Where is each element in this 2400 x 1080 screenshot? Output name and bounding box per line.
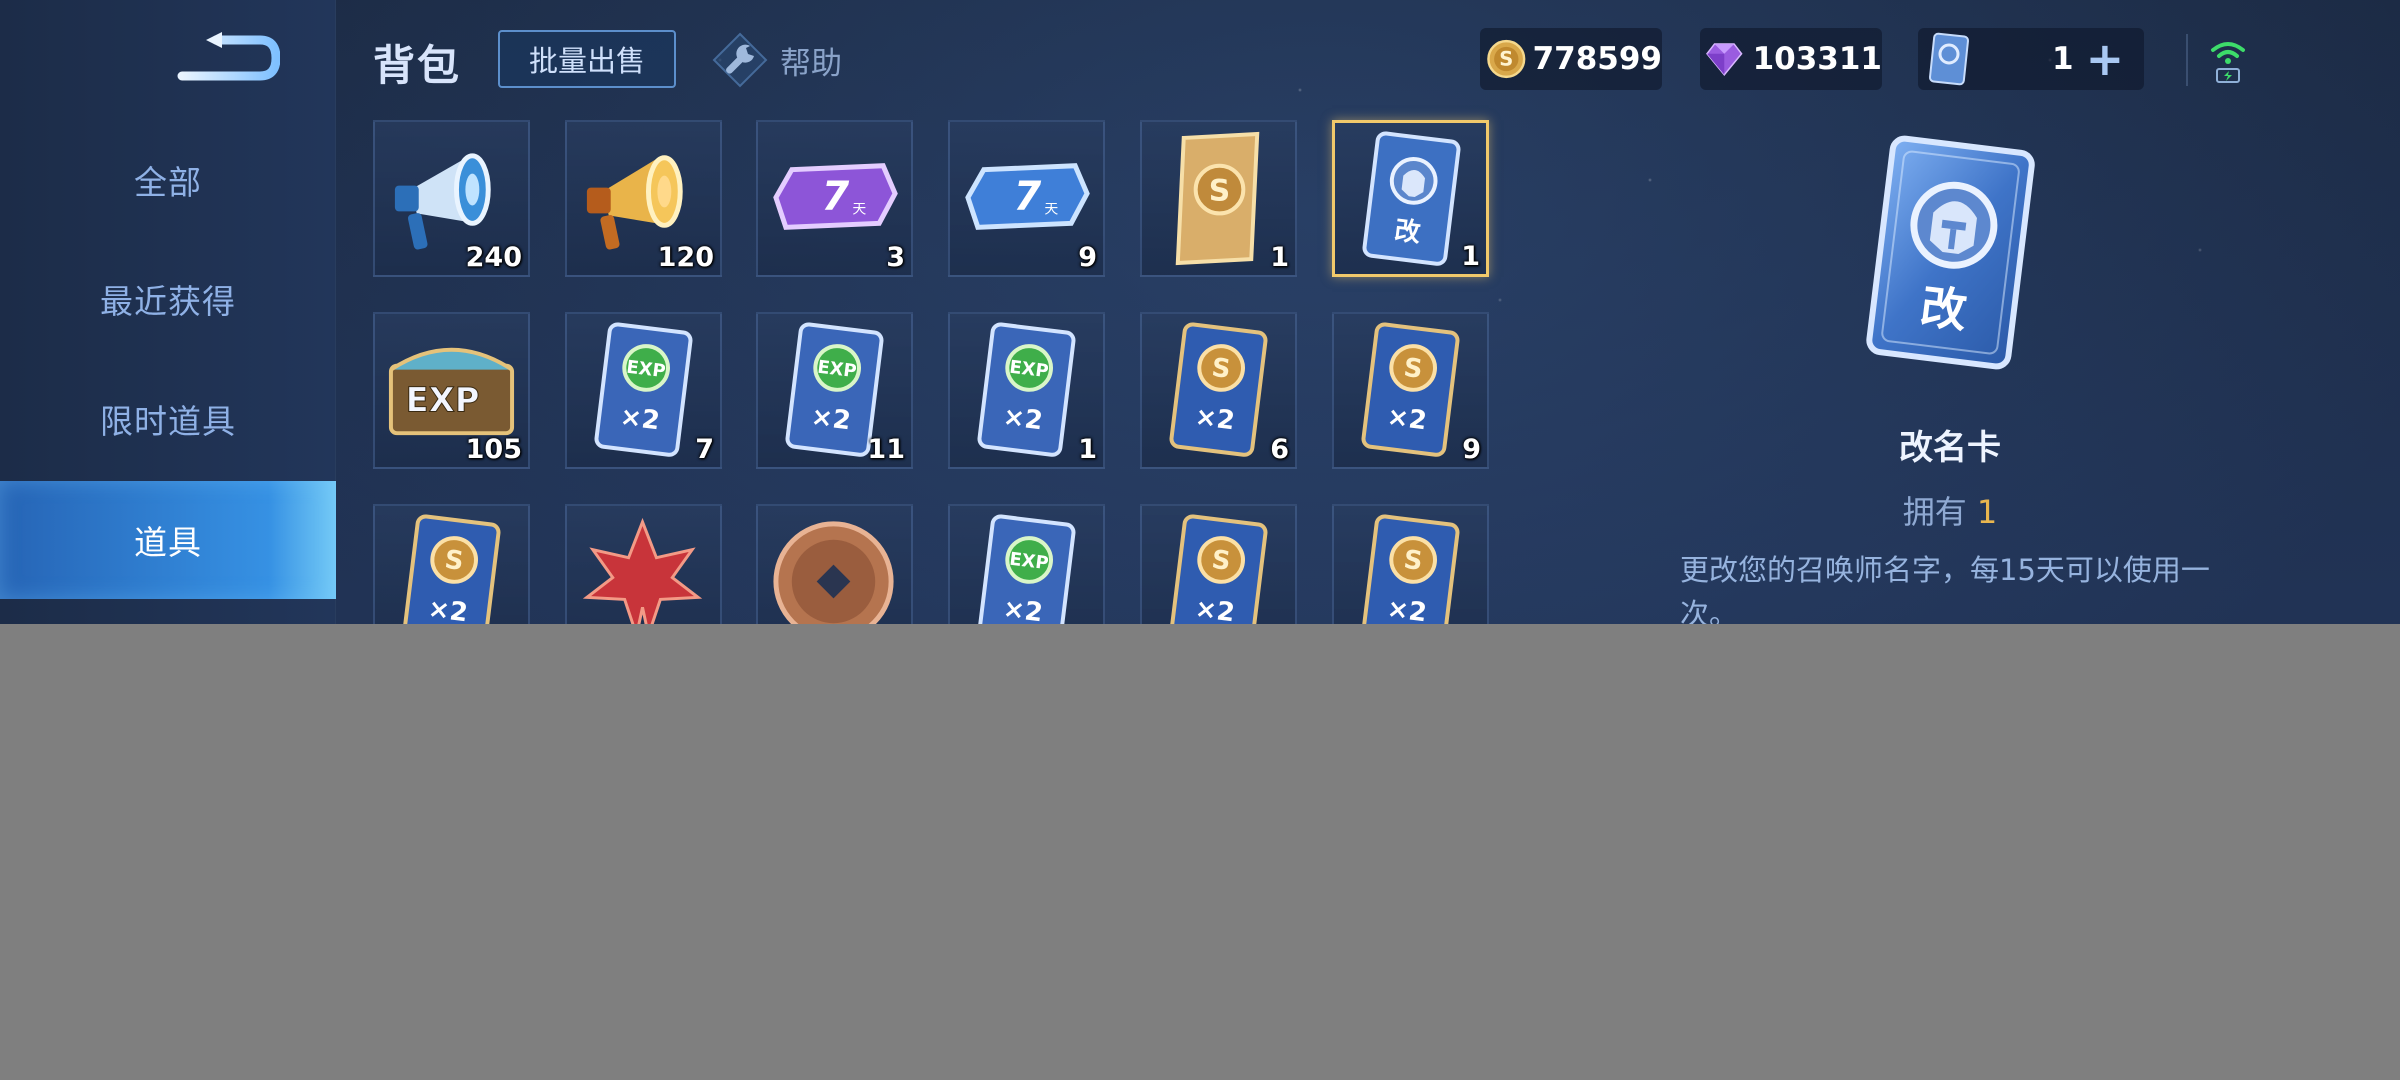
rename-card-large-icon: 改: [1866, 135, 2035, 370]
exp-double-card-icon: EXP ×2: [977, 322, 1076, 457]
owned-quantity: 1: [1976, 493, 1998, 531]
blue-7-day-ticket-icon: 7 天: [965, 163, 1090, 230]
inventory-slot[interactable]: 7 天 3: [756, 120, 913, 277]
inventory-slot[interactable]: S1: [1140, 120, 1297, 277]
purple-7-day-ticket-icon: 7 天: [773, 163, 898, 230]
item-count: 1: [1461, 241, 1480, 272]
svg-text:S: S: [1402, 545, 1424, 577]
gold-coin-ticket-icon: S: [1175, 131, 1260, 266]
item-count: 120: [657, 242, 714, 273]
svg-text:×2: ×2: [1001, 402, 1044, 437]
svg-text:×2: ×2: [1385, 402, 1428, 437]
rename-card-small-icon: [1928, 32, 1970, 86]
sidebar-item-props[interactable]: 道具: [0, 481, 336, 599]
item-count: 1: [1078, 434, 1097, 465]
rename-card-counter: 1 +: [1918, 28, 2144, 90]
diamond-amount: 103311: [1752, 41, 1882, 77]
svg-text:×2: ×2: [809, 402, 852, 437]
svg-text:×2: ×2: [1193, 402, 1236, 437]
inventory-slot[interactable]: 240: [373, 120, 530, 277]
svg-text:S: S: [1402, 353, 1424, 385]
rename-card-amount: 1: [2052, 41, 2074, 77]
svg-text:S: S: [443, 545, 465, 577]
sidebar-item-recent[interactable]: 最近获得: [0, 240, 336, 358]
svg-text:改: 改: [1918, 279, 1970, 338]
svg-text:改: 改: [1393, 215, 1423, 249]
sidebar-item-label: 最近获得: [100, 282, 236, 321]
sidebar-item-limited[interactable]: 限时道具: [0, 360, 336, 478]
gold-counter: S 778599: [1480, 28, 1662, 90]
help-button[interactable]: 帮助: [712, 32, 842, 88]
inventory-slot[interactable]: EXP ×2 11: [756, 312, 913, 469]
item-count: 1: [1270, 242, 1289, 273]
exp-double-card-icon: EXP ×2: [594, 322, 693, 457]
item-count: 9: [1462, 434, 1481, 465]
inventory-screen: 全部 最近获得 限时道具 道具 背包 批量出售 帮助 S 778599 1033…: [0, 0, 2400, 1080]
item-count: 240: [465, 242, 522, 273]
item-count: 9: [1078, 242, 1097, 273]
svg-text:7: 7: [1014, 173, 1042, 219]
svg-text:S: S: [1209, 173, 1230, 208]
inventory-slot[interactable]: 7 天 9: [948, 120, 1105, 277]
wifi-battery-icon: [2211, 42, 2245, 83]
item-count: 7: [695, 434, 714, 465]
inventory-slot[interactable]: EXP ×2 1: [948, 312, 1105, 469]
sidebar-item-all[interactable]: 全部: [0, 121, 336, 239]
svg-text:EXP: EXP: [406, 380, 480, 419]
gold-amount: 778599: [1532, 41, 1662, 77]
inventory-slot[interactable]: S ×2 6: [1140, 312, 1297, 469]
diamond-counter: 103311: [1700, 28, 1882, 90]
gold-double-card-icon: S ×2: [1361, 322, 1460, 457]
inventory-slot[interactable]: S ×2 9: [1332, 312, 1489, 469]
header-divider: [2186, 34, 2188, 86]
inventory-slot[interactable]: 120: [565, 120, 722, 277]
page-title: 背包: [373, 41, 462, 90]
owned-label: 拥有: [1902, 493, 1967, 531]
inventory-slot[interactable]: 改 1: [1332, 120, 1489, 277]
svg-text:×2: ×2: [618, 402, 661, 437]
back-arrow-icon: [177, 32, 281, 81]
add-icon[interactable]: +: [2086, 36, 2125, 82]
svg-text:S: S: [1210, 545, 1232, 577]
svg-text:天: 天: [852, 201, 866, 217]
sidebar-item-label: 道具: [134, 523, 202, 562]
owned-count: 拥有 1: [1800, 487, 2100, 533]
bulk-sell-button[interactable]: 批量出售: [498, 30, 676, 88]
svg-text:S: S: [1499, 47, 1513, 70]
inventory-slot[interactable]: EXP 105: [373, 312, 530, 469]
item-count: 105: [465, 434, 522, 465]
svg-text:天: 天: [1044, 201, 1058, 217]
back-button[interactable]: [176, 30, 281, 84]
wrench-icon: [712, 32, 768, 88]
gold-coin-icon: S: [1487, 39, 1526, 79]
gold-double-card-icon: S ×2: [1169, 322, 1268, 457]
svg-text:S: S: [1210, 353, 1232, 385]
help-label: 帮助: [780, 45, 842, 82]
item-count: 11: [867, 434, 905, 465]
item-count: 6: [1270, 434, 1289, 465]
item-count: 3: [886, 242, 905, 273]
purple-diamond-icon: [1706, 43, 1743, 76]
occluded-region: [0, 624, 2400, 1080]
inventory-slot[interactable]: EXP ×2 7: [565, 312, 722, 469]
item-description: 更改您的召唤师名字，每15天可以使用一次。: [1680, 553, 2210, 631]
sidebar-item-label: 全部: [134, 163, 202, 202]
sidebar-item-label: 限时道具: [100, 402, 236, 441]
item-name: 改名卡: [1899, 428, 2001, 468]
svg-text:7: 7: [822, 173, 850, 219]
